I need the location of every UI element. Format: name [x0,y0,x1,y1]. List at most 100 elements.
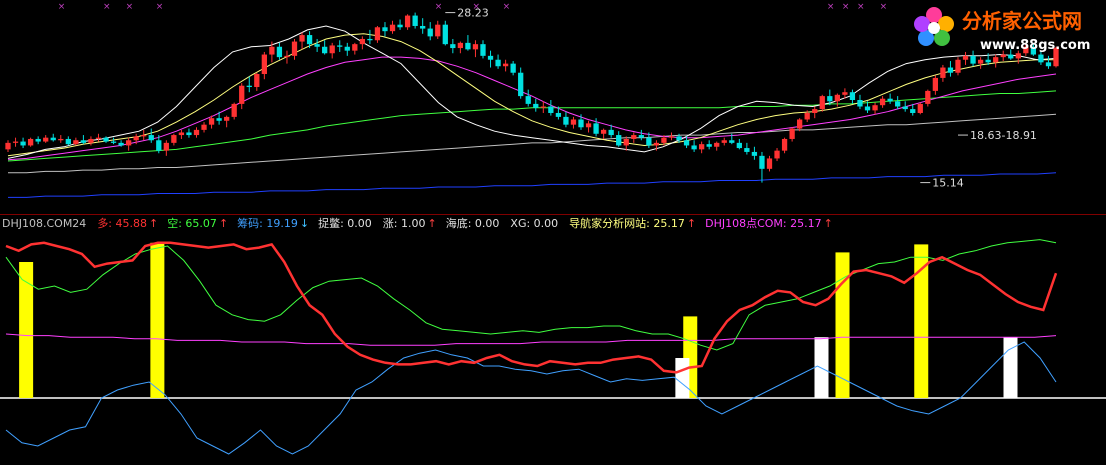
candle-body [676,136,682,141]
candle-body [80,140,87,143]
candle-body [141,135,147,137]
candle-body [95,137,102,139]
candle-body [812,109,818,113]
candle-body [895,101,901,107]
candle-body [548,106,554,113]
candle-body [864,106,871,111]
candle-body [789,128,795,139]
candle-body [1038,54,1044,63]
watermark-name: 分析家公式网 [962,9,1082,33]
legend-zhang: 涨: 1.00 [383,217,426,230]
candle-body [291,41,298,56]
candle-body [435,24,441,37]
legend-kong-arrow: ↑ [219,217,228,230]
candle-body [261,54,267,75]
candle-body [186,132,192,136]
candle-body [450,44,456,49]
candle-body [284,55,290,58]
candle-body [932,77,939,91]
candle-body [985,59,991,63]
top-marker: × [842,2,850,12]
candle-body [691,145,697,150]
candle-body [457,42,464,49]
top-marker: × [857,2,865,12]
candle-body [766,158,773,169]
legend-xg: XG: 0.00 [510,217,558,230]
candle-body [50,137,56,141]
top-marker: × [827,2,835,12]
candle-body [276,46,283,58]
candle-body [133,136,139,141]
candle-body [887,98,893,102]
candle-body [367,38,373,41]
legend-chouma-arrow: ↓ [300,217,309,230]
candle-body [683,140,690,146]
legend-haidi: 海底: 0.00 [446,216,500,230]
candle-body [736,142,742,149]
candle-body [518,72,524,97]
candle-body [925,90,931,104]
legend-duo: 多: 45.88 [97,216,147,230]
annotation-label: 18.63-18.91 [970,129,1037,142]
candle-body [224,116,230,121]
watermark-url: www.88gs.com [980,38,1090,53]
top-marker: × [880,2,888,12]
indicator-legend: DHJ108.COM24 多: 45.88 ↑ 空: 65.07 ↑ 筹码: 19.19 ↓… [2,216,833,230]
candle-body [163,142,169,151]
candle-body [834,94,840,102]
candle-body [472,44,479,50]
candle-body [600,129,607,134]
candle-body [879,98,886,106]
candle-body [216,118,222,121]
candle-body [201,124,207,130]
candle-body [397,24,403,28]
candle-body [110,141,117,143]
candle-body [43,137,49,142]
candle-body [661,137,667,143]
candle-body [502,63,509,67]
candle-body [970,55,976,64]
candle-body [1008,54,1014,59]
candle-body [962,55,969,60]
candle-body [231,103,237,117]
candle-body [254,74,260,88]
ma250-line [8,172,1057,198]
ma5-line [7,25,1057,159]
legend-daohang: 导航家分析网站: 25.17 [569,216,685,230]
candle-body [668,136,675,138]
candle-body [35,138,41,142]
candle-body [487,55,494,60]
price-panel: 28.2315.1418.63-18.91× × × × × × × × × × × [5,2,1059,198]
candle-body [774,150,780,159]
candle-body [1015,53,1021,59]
candle-body [842,92,848,95]
legend-zhang-arrow: ↑ [427,217,436,230]
candle-body [578,119,584,128]
signal-bar-yellow [914,244,929,398]
candle-body [269,46,275,55]
candle-body [103,137,109,142]
candle-body [1000,54,1006,58]
candle-body [623,138,629,146]
candle-body [156,140,162,151]
candle-body [118,142,124,146]
candle-body [857,100,863,107]
candle-body [344,46,350,51]
candle-body [193,129,200,136]
candle-body [480,44,486,56]
candle-body [239,85,245,104]
watermark-logo: 分析家公式网 www.88gs.com [914,7,1090,53]
candle-body [947,67,954,73]
candle-body [352,44,358,51]
candle-body [570,119,577,125]
top-marker: × [156,2,164,12]
candle-body [721,140,727,143]
legend-chouma: 筹码: 19.19 [237,216,298,230]
candle-body [910,109,916,113]
legend-kong: 空: 65.07 [167,216,217,230]
candle-body [389,24,396,32]
candle-body [420,25,426,29]
top-marker: × [126,2,134,12]
candle-body [993,57,999,63]
candle-body [563,116,569,125]
